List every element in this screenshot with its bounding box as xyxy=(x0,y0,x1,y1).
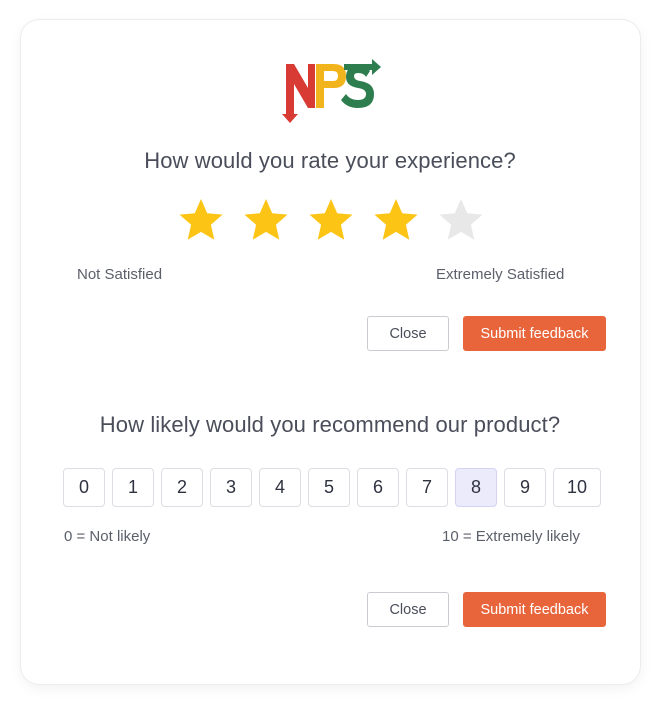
nps-option-8[interactable]: 8 xyxy=(455,468,497,507)
rating-close-button[interactable]: Close xyxy=(367,316,449,351)
nps-option-2[interactable]: 2 xyxy=(161,468,203,507)
nps-low-label: 0 = Not likely xyxy=(64,528,151,545)
nps-option-9[interactable]: 9 xyxy=(504,468,546,507)
nps-option-0[interactable]: 0 xyxy=(63,468,105,507)
rating-submit-button[interactable]: Submit feedback xyxy=(463,316,606,351)
nps-option-10[interactable]: 10 xyxy=(553,468,601,507)
star-filled-icon[interactable] xyxy=(178,197,224,243)
nps-logo xyxy=(282,59,381,123)
star-filled-icon[interactable] xyxy=(308,197,354,243)
nps-option-4[interactable]: 4 xyxy=(259,468,301,507)
nps-high-label: 10 = Extremely likely xyxy=(442,528,580,545)
star-rating[interactable] xyxy=(178,197,484,243)
nps-close-button[interactable]: Close xyxy=(367,592,449,627)
rating-low-label: Not Satisfied xyxy=(77,266,163,283)
nps-option-7[interactable]: 7 xyxy=(406,468,448,507)
nps-option-1[interactable]: 1 xyxy=(112,468,154,507)
nps-option-3[interactable]: 3 xyxy=(210,468,252,507)
rating-question: How would you rate your experience? xyxy=(144,148,516,173)
rating-high-label: Extremely Satisfied xyxy=(436,266,565,283)
star-filled-icon[interactable] xyxy=(243,197,289,243)
nps-option-5[interactable]: 5 xyxy=(308,468,350,507)
nps-option-6[interactable]: 6 xyxy=(357,468,399,507)
star-filled-icon[interactable] xyxy=(373,197,419,243)
nps-submit-button[interactable]: Submit feedback xyxy=(463,592,606,627)
nps-question: How likely would you recommend our produ… xyxy=(99,412,561,437)
star-empty-icon[interactable] xyxy=(438,197,484,243)
nps-scale: 0 1 2 3 4 5 6 7 8 9 10 xyxy=(63,468,601,507)
